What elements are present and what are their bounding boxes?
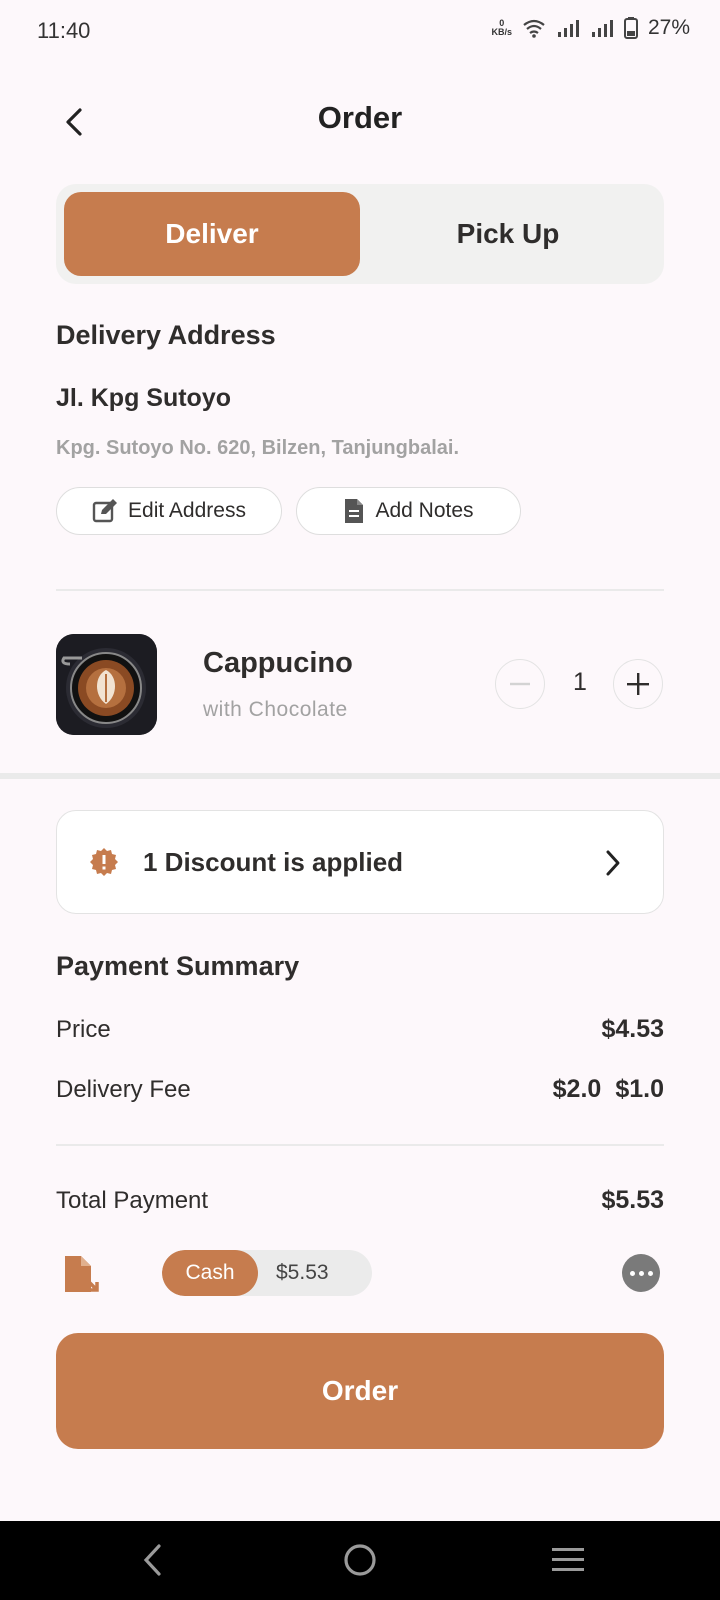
order-button[interactable]: Order: [56, 1333, 664, 1449]
more-options-button[interactable]: [622, 1254, 660, 1292]
signal-icon-2: [591, 20, 613, 37]
delivery-fee-original: $2.0: [552, 1075, 602, 1103]
quantity-value: 1: [573, 668, 587, 696]
chevron-right-icon: [606, 850, 620, 876]
status-icons: 0 KB/s 27%: [491, 16, 690, 40]
delivery-fee-values: $2.0 $1.0: [553, 1075, 664, 1104]
page-title: Order: [317, 100, 403, 135]
delivery-fee-value: $1.0: [615, 1075, 664, 1103]
more-dot: [647, 1270, 653, 1276]
price-value: $4.53: [601, 1015, 664, 1043]
discount-card[interactable]: 1 Discount is applied: [56, 810, 664, 914]
payment-method-selector[interactable]: Cash $5.53: [162, 1250, 372, 1296]
total-payment-value: $5.53: [601, 1186, 664, 1214]
status-time: 11:40: [37, 18, 91, 43]
net-speed: 0 KB/s: [491, 19, 512, 37]
minus-icon: [510, 682, 530, 686]
add-notes-label: Add Notes: [375, 499, 474, 522]
nav-home-icon[interactable]: [343, 1543, 377, 1577]
system-nav-bar: [0, 1521, 720, 1600]
nav-back-icon[interactable]: [141, 1543, 165, 1577]
nav-menu-icon[interactable]: [550, 1545, 586, 1575]
net-speed-unit: KB/s: [491, 27, 512, 37]
delivery-fee-label: Delivery Fee: [56, 1076, 191, 1103]
discount-text: 1 Discount is applied: [143, 847, 404, 877]
edit-icon: [92, 499, 118, 523]
battery-percent: 27%: [647, 16, 690, 39]
address-detail: Kpg. Sutoyo No. 620, Bilzen, Tanjungbala…: [56, 437, 459, 459]
more-dot: [629, 1270, 635, 1276]
add-notes-button[interactable]: Add Notes: [296, 487, 521, 535]
product-variant: with Chocolate: [203, 698, 348, 721]
more-dot: [638, 1270, 644, 1276]
address-name: Jl. Kpg Sutoyo: [56, 384, 231, 412]
section-divider: [0, 773, 720, 779]
payment-amount: $5.53: [276, 1261, 329, 1284]
coffee-cup-image: [56, 634, 157, 735]
payment-method-cash[interactable]: Cash: [162, 1250, 258, 1296]
decrease-quantity-button[interactable]: [495, 659, 545, 709]
signal-icon: [557, 20, 579, 37]
summary-divider: [56, 1144, 664, 1146]
discount-badge-icon: [90, 848, 118, 876]
edit-address-button[interactable]: Edit Address: [56, 487, 282, 535]
price-label: Price: [56, 1016, 111, 1043]
delivery-address-title: Delivery Address: [56, 320, 276, 350]
plus-icon: [627, 673, 649, 695]
delivery-mode-toggle: Deliver Pick Up: [56, 184, 664, 284]
wifi-icon: [523, 19, 545, 38]
product-image: [56, 634, 157, 735]
tab-deliver[interactable]: Deliver: [64, 192, 360, 276]
wallet-document-icon[interactable]: [63, 1254, 101, 1294]
product-name: Cappucino: [203, 647, 353, 679]
payment-summary-title: Payment Summary: [56, 951, 300, 981]
tab-pick-up[interactable]: Pick Up: [360, 192, 656, 276]
increase-quantity-button[interactable]: [613, 659, 663, 709]
edit-address-label: Edit Address: [128, 499, 246, 522]
total-payment-label: Total Payment: [56, 1187, 209, 1214]
battery-icon: [623, 17, 638, 39]
document-icon: [345, 499, 364, 523]
divider: [56, 589, 664, 591]
